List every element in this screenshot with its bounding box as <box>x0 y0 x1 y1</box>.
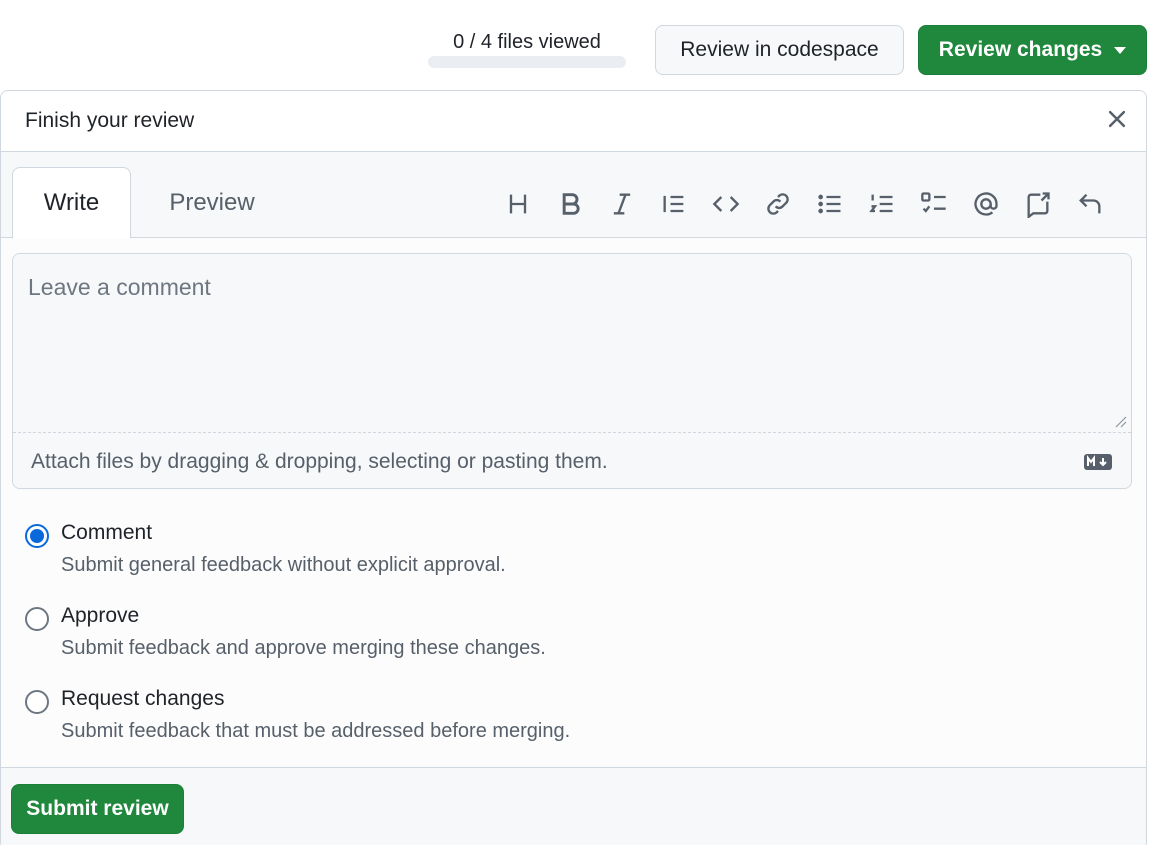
markdown-toolbar <box>492 182 1116 226</box>
mention-icon[interactable] <box>960 182 1012 226</box>
unordered-list-icon[interactable] <box>804 182 856 226</box>
option-label: Approve <box>61 604 140 627</box>
option-label: Request changes <box>61 687 225 710</box>
review-changes-label: Review changes <box>938 38 1103 61</box>
caret-down-icon <box>1114 46 1127 54</box>
close-icon[interactable] <box>1106 107 1128 135</box>
option-description: Submit general feedback without explicit… <box>61 554 506 576</box>
quote-icon[interactable] <box>648 182 700 226</box>
files-viewed-text: 0 / 4 files viewed <box>453 31 601 53</box>
files-viewed-indicator: 0 / 4 files viewed <box>428 28 626 68</box>
finish-review-panel: Finish your review Write Preview Leave a… <box>0 90 1147 845</box>
editor-tabbar: Write Preview <box>1 152 1146 239</box>
resize-grip-icon[interactable] <box>1113 414 1127 428</box>
italic-icon[interactable] <box>596 182 648 226</box>
option-label: Comment <box>61 521 153 544</box>
tab-write[interactable]: Write <box>12 167 131 239</box>
attach-files-text: Attach files by dragging & dropping, sel… <box>31 449 608 473</box>
attach-files-area[interactable]: Attach files by dragging & dropping, sel… <box>13 432 1131 488</box>
code-icon[interactable] <box>700 182 752 226</box>
review-changes-button[interactable]: Review changes <box>918 25 1147 75</box>
option-description: Submit feedback and approve merging thes… <box>61 637 546 659</box>
heading-icon[interactable] <box>492 182 544 226</box>
submit-review-button[interactable]: Submit review <box>11 784 184 834</box>
panel-title: Finish your review <box>25 109 195 132</box>
comment-radio[interactable] <box>25 524 49 548</box>
ordered-list-icon[interactable] <box>856 182 908 226</box>
request-changes-radio[interactable] <box>25 690 49 714</box>
panel-footer: Submit review <box>1 767 1146 845</box>
panel-header: Finish your review <box>1 91 1146 152</box>
files-viewed-progress-bar <box>428 56 626 68</box>
bold-icon[interactable] <box>544 182 596 226</box>
review-in-codespace-button[interactable]: Review in codespace <box>655 25 904 75</box>
option-description: Submit feedback that must be addressed b… <box>61 720 571 742</box>
comment-textarea[interactable] <box>13 254 1131 432</box>
markdown-icon[interactable] <box>1083 452 1113 472</box>
cross-reference-icon[interactable] <box>1012 182 1064 226</box>
task-list-icon[interactable] <box>908 182 960 226</box>
comment-editor: Attach files by dragging & dropping, sel… <box>12 253 1132 489</box>
link-icon[interactable] <box>752 182 804 226</box>
tab-preview[interactable]: Preview <box>151 167 273 239</box>
approve-radio[interactable] <box>25 607 49 631</box>
undo-icon[interactable] <box>1064 182 1116 226</box>
